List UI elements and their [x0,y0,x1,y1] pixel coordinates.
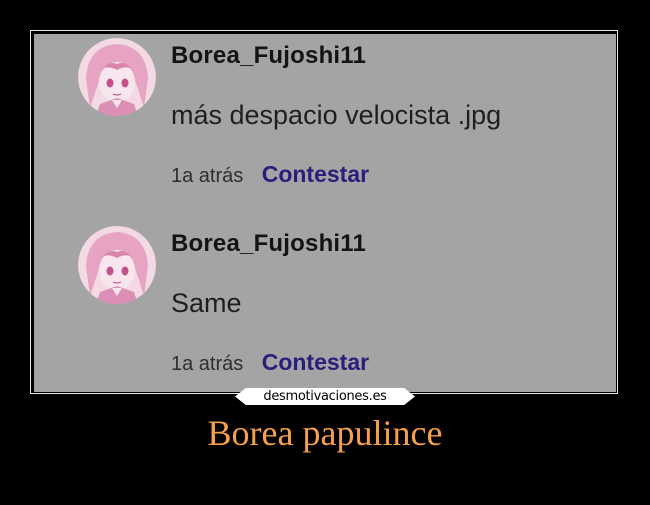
reply-button[interactable]: Contestar [262,161,369,187]
reply-button[interactable]: Contestar [262,349,369,375]
comment-text: más despacio velocista .jpg [171,100,502,130]
anime-avatar-icon[interactable] [78,226,156,304]
comment-meta: 1a atrás Contestar [171,161,369,188]
comment-username[interactable]: Borea_Fujoshi11 [171,230,366,258]
comment-meta: 1a atrás Contestar [171,349,369,376]
poster-caption: Borea papulince [207,413,443,453]
comments-panel: Borea_Fujoshi11 más despacio velocista .… [34,34,616,392]
site-watermark: desmotivaciones.es [235,388,415,405]
comment-timestamp: 1a atrás [171,165,244,187]
comment-timestamp: 1a atrás [171,353,244,375]
comment-username[interactable]: Borea_Fujoshi11 [171,42,366,70]
comment-text: Same [171,288,242,318]
anime-avatar-icon[interactable] [78,38,156,116]
